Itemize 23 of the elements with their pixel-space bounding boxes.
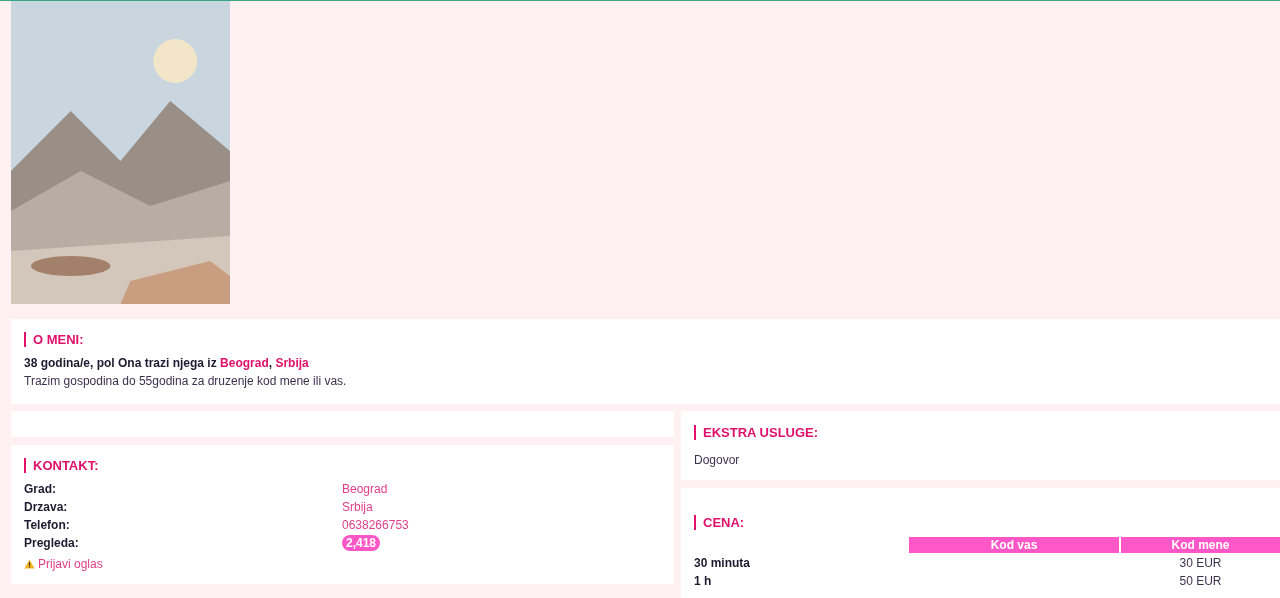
section-title: O MENI: <box>24 332 1267 347</box>
field-value: 0638266753 <box>342 517 409 534</box>
summary-text: 38 godina/e, pol Ona trazi njega iz Beograd, Srbija <box>24 355 310 372</box>
field-value: Beograd <box>342 481 388 498</box>
field-label: Pregleda: <box>24 535 80 552</box>
warning-icon <box>24 559 35 569</box>
field-label: Grad: <box>24 481 57 498</box>
field-label: Drzava: <box>24 499 69 516</box>
field-value: Srbija <box>342 499 373 516</box>
column-header: Kod mene <box>1121 537 1280 553</box>
views-count: 2,418 <box>342 535 381 551</box>
column-header: Kod vas <box>909 537 1119 553</box>
duration-cell-text: 1 h <box>694 573 713 589</box>
section-title: CENA: <box>694 515 1280 530</box>
description-text: Trazim gospodina do 55godina za druzenje kod mene ili vas. <box>24 373 348 390</box>
price-cell-text: 50 EUR <box>1178 573 1223 589</box>
section-title: EKSTRA USLUGE: <box>694 425 1267 440</box>
section-title: KONTAKT: <box>24 458 661 473</box>
duration-cell-text: 30 minuta <box>694 555 751 571</box>
report-link[interactable]: Prijavi oglas <box>38 557 103 571</box>
extra-text: Dogovor <box>694 452 741 469</box>
price-cell-text: 30 EUR <box>1178 555 1223 571</box>
field-label: Telefon: <box>24 517 71 534</box>
